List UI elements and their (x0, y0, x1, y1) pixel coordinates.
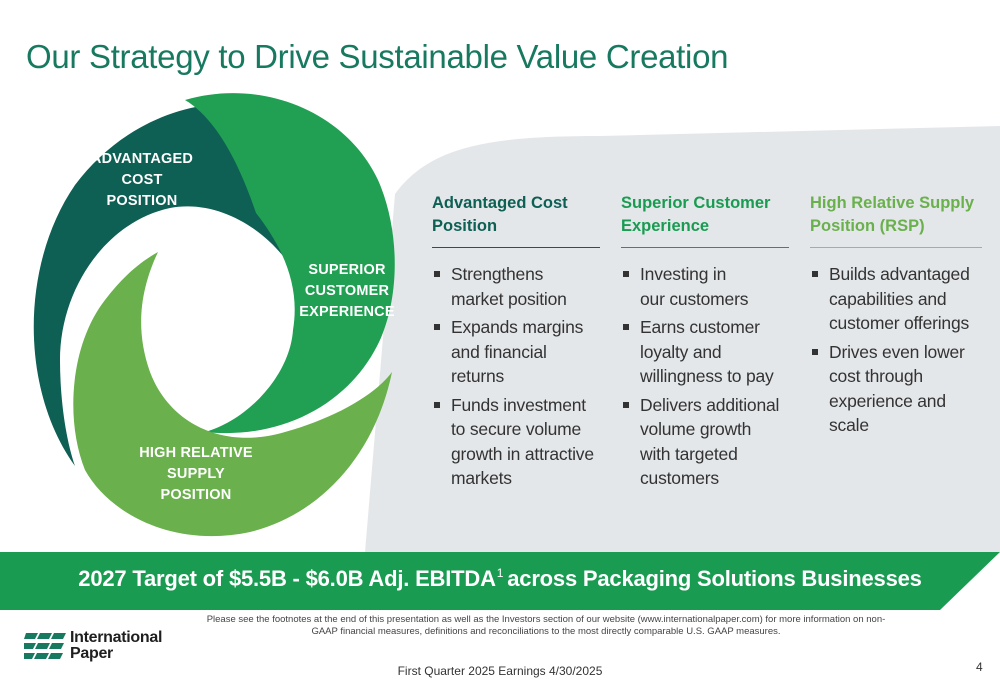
column-title-line: Position (RSP) (810, 217, 925, 235)
bullet-list: Builds advantaged capabilities and custo… (810, 262, 982, 438)
column-title: Superior Customer Experience (621, 192, 789, 248)
cycle-label-supply: HIGH RELATIVE SUPPLY POSITION (116, 443, 276, 506)
cycle-label-line: CUSTOMER (304, 283, 390, 299)
bullet-line: capabilities and (829, 288, 947, 309)
column-advantaged-cost: Advantaged Cost Position Strengthens mar… (432, 192, 600, 495)
cycle-label-line: HIGH RELATIVE (139, 445, 253, 461)
company-name-line: Paper (70, 645, 113, 662)
bullet-list: Strengthens market position Expands marg… (432, 262, 600, 491)
column-title-line: Experience (621, 217, 710, 235)
bullet-item: Earns customer loyalty and willingness t… (621, 315, 789, 389)
column-superior-customer: Superior Customer Experience Investing i… (621, 192, 789, 495)
bullet-line: willingness to pay (640, 366, 774, 386)
bullet-item: Builds advantaged capabilities and custo… (810, 262, 982, 336)
bullet-item: Expands margins and financial returns (432, 315, 600, 389)
bullet-line: Expands margins (451, 317, 584, 337)
cycle-label-line: ADVANTAGED (90, 151, 194, 167)
banner-text-main: 2027 Target of $5.5B - $6.0B Adj. EBITDA (78, 566, 496, 591)
bullet-line: Strengthens (451, 264, 544, 284)
bullet-line: customer offerings (829, 313, 970, 333)
bullet-line: experience and (829, 390, 946, 411)
cycle-label-line: POSITION (160, 487, 232, 503)
bullet-item: Investing in our customers (621, 262, 789, 311)
slide-title: Our Strategy to Drive Sustainable Value … (26, 38, 729, 75)
footer-earnings-label: First Quarter 2025 Earnings 4/30/2025 (397, 664, 603, 678)
company-name-line: International (70, 629, 163, 646)
column-title-line: Superior Customer (621, 194, 771, 212)
bullet-line: Earns customer (640, 317, 760, 337)
bullet-line: Drives even lower (829, 341, 965, 362)
bullet-line: market position (451, 288, 567, 309)
disclaimer-footnote: Please see the footnotes at the end of t… (206, 614, 886, 637)
column-high-relative-supply: High Relative Supply Position (RSP) Buil… (810, 192, 982, 442)
cycle-label-line: SUPPLY (167, 466, 225, 482)
bullet-line: Funds investment (451, 394, 586, 415)
bullet-line: volume growth (640, 419, 752, 439)
bullet-line: cost through (829, 366, 923, 386)
bullet-line: Delivers additional (640, 394, 780, 415)
bullet-item: Funds investment to secure volume growth… (432, 393, 600, 491)
column-title-line: Advantaged Cost (432, 194, 568, 212)
bullet-item: Drives even lower cost through experienc… (810, 340, 982, 438)
column-title-line: Position (432, 217, 498, 235)
bullet-line: customers (640, 468, 719, 488)
bullet-line: Builds advantaged (829, 264, 970, 284)
bullet-line: Investing in (640, 264, 727, 284)
company-name: International Paper (70, 630, 162, 662)
bullet-line: markets (451, 468, 512, 488)
bullet-line: returns (451, 366, 505, 386)
cycle-label-line: POSITION (106, 193, 178, 209)
banner-text-rest: across Packaging Solutions Businesses (507, 566, 922, 591)
bullet-item: Delivers additional volume growth with t… (621, 393, 789, 491)
bullet-line: to secure volume (451, 419, 582, 439)
bullet-line: loyalty and (640, 341, 722, 362)
bullet-line: scale (829, 415, 869, 435)
cycle-label-line: COST (121, 172, 163, 188)
cycle-label-line: EXPERIENCE (299, 304, 395, 320)
bullet-list: Investing in our customers Earns custome… (621, 262, 789, 491)
page-number: 4 (976, 660, 983, 674)
column-title: Advantaged Cost Position (432, 192, 600, 248)
bullet-line: growth in attractive (451, 443, 594, 464)
footnote-marker: 1 (496, 566, 504, 580)
bullet-line: and financial (451, 341, 547, 362)
cycle-label-cost: ADVANTAGED COST POSITION (62, 149, 222, 212)
bullet-line: our customers (640, 288, 749, 309)
bullet-line: with targeted (640, 443, 738, 464)
ebitda-target-banner: 2027 Target of $5.5B - $6.0B Adj. EBITDA… (0, 566, 1000, 592)
cycle-label-line: SUPERIOR (308, 262, 386, 278)
column-title-line: High Relative Supply (810, 194, 975, 212)
cycle-label-customer: SUPERIOR CUSTOMER EXPERIENCE (292, 260, 402, 323)
bullet-item: Strengthens market position (432, 262, 600, 311)
column-title: High Relative Supply Position (RSP) (810, 192, 982, 248)
